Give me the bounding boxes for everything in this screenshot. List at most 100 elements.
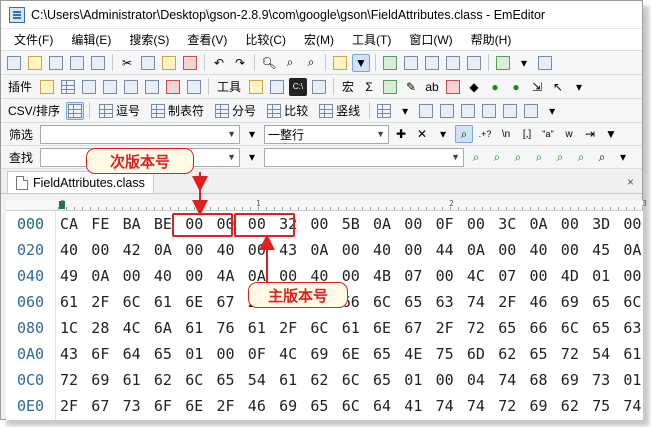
column-headers-icon[interactable] bbox=[522, 102, 540, 120]
delete-icon[interactable] bbox=[181, 54, 199, 72]
hex-byte[interactable]: 69 bbox=[279, 393, 297, 419]
filter-funnel-icon[interactable]: ▼ bbox=[602, 125, 620, 143]
macro-arrow-icon[interactable]: ⇲ bbox=[528, 78, 546, 96]
hex-byte[interactable]: 6C bbox=[310, 315, 328, 341]
split-view-icon[interactable] bbox=[402, 54, 420, 72]
hex-byte[interactable]: 65 bbox=[373, 341, 391, 367]
hex-byte[interactable]: CA bbox=[60, 211, 78, 237]
hex-byte[interactable]: 4A bbox=[217, 263, 235, 289]
hex-byte[interactable]: 07 bbox=[498, 263, 516, 289]
hex-byte[interactable]: 65 bbox=[530, 341, 548, 367]
hex-editor[interactable]: 000 CA FE BA BE 00 00 00 32 00 5B 0A 00 0F 00 3C 0A 00 3D 0… bbox=[6, 211, 643, 420]
hex-byte[interactable]: 5B bbox=[342, 211, 360, 237]
hex-byte[interactable]: 04 bbox=[467, 367, 485, 393]
hex-byte[interactable]: 62 bbox=[154, 367, 172, 393]
csv-pipe-button[interactable]: 竖线 bbox=[315, 102, 364, 119]
hex-byte[interactable]: 6C bbox=[561, 315, 579, 341]
hex-byte[interactable]: 6F bbox=[154, 393, 172, 419]
menu-window[interactable]: 窗口(W) bbox=[400, 31, 461, 48]
filter-more-icon[interactable]: ⇥ bbox=[581, 125, 599, 143]
plugin-html-icon[interactable] bbox=[164, 78, 182, 96]
macro-diamond-icon[interactable]: ◆ bbox=[465, 78, 483, 96]
filter-input[interactable]: ▼ bbox=[40, 124, 240, 144]
redo-icon[interactable]: ↷ bbox=[231, 54, 249, 72]
hex-byte[interactable]: 4C bbox=[123, 315, 141, 341]
hex-byte[interactable]: 2F bbox=[436, 315, 454, 341]
column-dropdown-icon[interactable]: ▾ bbox=[396, 102, 414, 120]
hex-byte[interactable]: 0F bbox=[248, 341, 266, 367]
macro-play-icon[interactable]: ● bbox=[486, 78, 504, 96]
hex-row[interactable]: 0C0 72 69 61 62 6C 65 54 61 62 6C 65 01 00 04 74 68 69 73 0… bbox=[6, 367, 643, 393]
hex-byte[interactable]: 74 bbox=[436, 393, 454, 419]
match-case-icon[interactable]: "a" bbox=[539, 125, 557, 143]
hex-byte[interactable]: 00 bbox=[404, 237, 422, 263]
hex-byte[interactable]: 74 bbox=[623, 393, 641, 419]
hex-byte[interactable]: 00 bbox=[561, 211, 579, 237]
find-count-icon[interactable]: ⌕ bbox=[530, 148, 548, 166]
add-filter-icon[interactable]: ✚ bbox=[392, 125, 410, 143]
hex-byte[interactable]: 62 bbox=[498, 341, 516, 367]
hex-byte[interactable]: 63 bbox=[623, 315, 641, 341]
find-highlight-icon[interactable]: ⌕ bbox=[593, 148, 611, 166]
cut-icon[interactable]: ✂ bbox=[118, 54, 136, 72]
filter-mode-select[interactable]: 一整行 ▼ bbox=[264, 124, 389, 144]
hex-byte[interactable]: 67 bbox=[217, 289, 235, 315]
find-next-icon[interactable]: ⌕ bbox=[488, 148, 506, 166]
hex-byte[interactable]: 6E bbox=[342, 341, 360, 367]
hex-byte[interactable]: 75 bbox=[592, 393, 610, 419]
undo-icon[interactable]: ↶ bbox=[210, 54, 228, 72]
hex-byte[interactable]: 6C bbox=[373, 289, 391, 315]
hex-byte[interactable]: 6D bbox=[467, 341, 485, 367]
plugin-outline-icon[interactable] bbox=[122, 78, 140, 96]
menu-tools[interactable]: 工具(T) bbox=[343, 31, 400, 48]
hex-byte[interactable]: 00 bbox=[436, 263, 454, 289]
print-icon[interactable] bbox=[68, 54, 86, 72]
replace-input[interactable]: ▼ bbox=[264, 147, 464, 167]
hex-byte[interactable]: 2F bbox=[217, 393, 235, 419]
hex-byte[interactable]: 68 bbox=[530, 367, 548, 393]
hex-byte[interactable]: 72 bbox=[467, 315, 485, 341]
hex-byte[interactable]: 00 bbox=[530, 263, 548, 289]
hex-byte[interactable]: 65 bbox=[592, 315, 610, 341]
hex-byte[interactable]: 6C bbox=[623, 289, 641, 315]
hex-byte[interactable]: 65 bbox=[498, 315, 516, 341]
hex-byte[interactable]: 4B bbox=[373, 263, 391, 289]
macro-puzzle-icon[interactable] bbox=[444, 78, 462, 96]
close-tab-icon[interactable]: × bbox=[627, 175, 634, 189]
hex-byte[interactable]: 00 bbox=[623, 211, 641, 237]
find-all-icon[interactable]: ⌕ bbox=[509, 148, 527, 166]
menu-help[interactable]: 帮助(H) bbox=[462, 31, 521, 48]
find-option-icon[interactable]: ▾ bbox=[243, 148, 261, 166]
hex-byte[interactable]: 6E bbox=[185, 393, 203, 419]
plugin-grid-icon[interactable] bbox=[59, 78, 77, 96]
find-options-icon[interactable]: ▾ bbox=[614, 148, 632, 166]
bracket-icon[interactable]: [,] bbox=[518, 125, 536, 143]
hex-byte[interactable]: 00 bbox=[404, 211, 422, 237]
chevron-down-icon[interactable]: ▼ bbox=[227, 129, 236, 139]
hex-byte[interactable]: 3C bbox=[498, 211, 516, 237]
hex-byte[interactable]: 41 bbox=[404, 393, 422, 419]
chevron-down-icon[interactable]: ▼ bbox=[227, 152, 236, 162]
hex-byte[interactable]: 61 bbox=[123, 367, 141, 393]
window-icon[interactable] bbox=[444, 54, 462, 72]
hex-byte[interactable]: 40 bbox=[217, 237, 235, 263]
find-icon[interactable]: 🔍︎ bbox=[260, 54, 278, 72]
menu-macro[interactable]: 宏(M) bbox=[295, 31, 343, 48]
hex-byte[interactable]: 76 bbox=[217, 315, 235, 341]
macro-text-icon[interactable]: ab bbox=[423, 78, 441, 96]
plugin-explorer-icon[interactable] bbox=[38, 78, 56, 96]
hex-byte[interactable]: 73 bbox=[592, 367, 610, 393]
hex-byte[interactable]: 65 bbox=[310, 393, 328, 419]
column-delete-icon[interactable] bbox=[438, 102, 456, 120]
hex-byte[interactable]: 40 bbox=[154, 263, 172, 289]
menu-file[interactable]: 文件(F) bbox=[5, 31, 62, 48]
hex-byte[interactable]: FE bbox=[91, 211, 109, 237]
hex-byte[interactable]: 4D bbox=[561, 263, 579, 289]
hex-byte[interactable]: 61 bbox=[279, 367, 297, 393]
menu-search[interactable]: 搜索(S) bbox=[120, 31, 178, 48]
hex-byte[interactable]: 64 bbox=[123, 341, 141, 367]
hex-byte[interactable]: 0A bbox=[310, 237, 328, 263]
hex-byte[interactable]: 3D bbox=[592, 211, 610, 237]
hex-byte[interactable]: 43 bbox=[279, 237, 297, 263]
plugin-snippets-icon[interactable] bbox=[101, 78, 119, 96]
